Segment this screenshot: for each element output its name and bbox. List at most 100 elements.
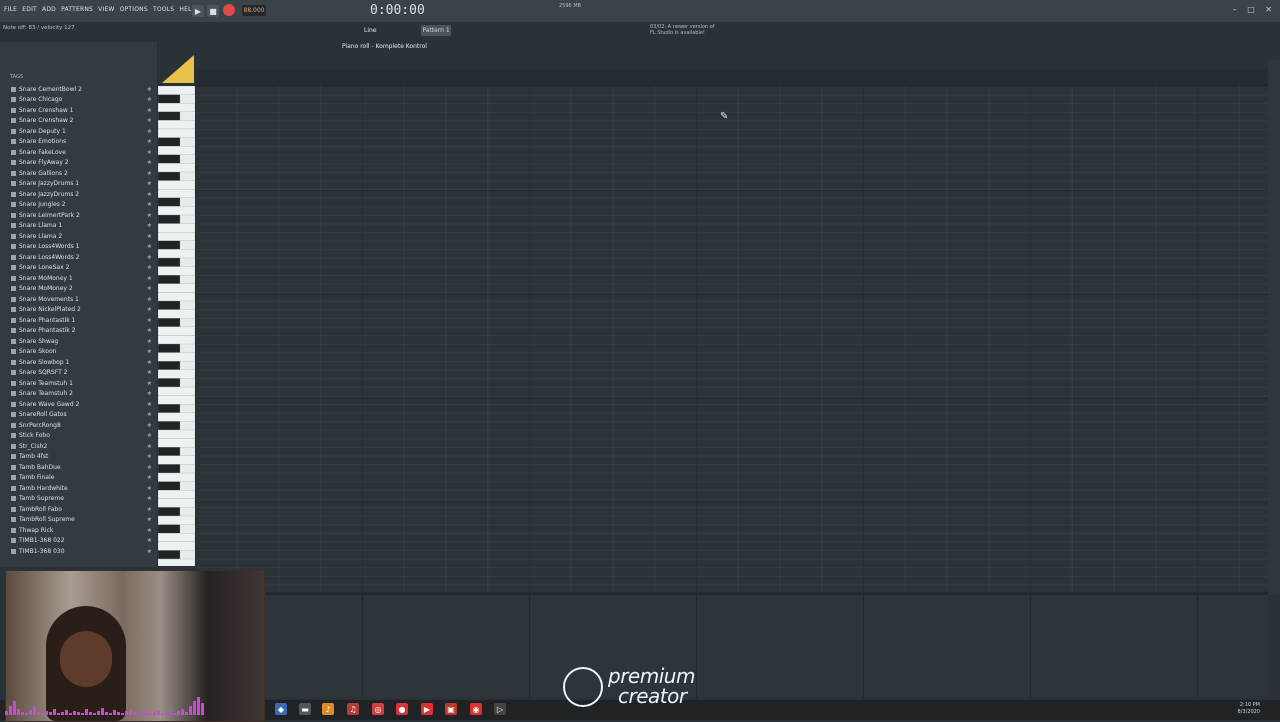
piano-key-black[interactable] [157,137,181,147]
star-icon[interactable]: ★ [147,317,152,324]
star-icon[interactable]: ★ [147,191,152,198]
star-icon[interactable]: ★ [147,285,152,292]
browser-item[interactable]: SnareRoll Gatos ★ [0,410,157,421]
browser-item[interactable]: Snare Emotions ★ [0,137,157,148]
menu-options[interactable]: OPTIONS [120,6,148,13]
piano-key-white[interactable] [157,283,196,293]
record-button[interactable] [223,4,235,16]
piano-key-black[interactable] [157,111,181,121]
browser-item[interactable]: Snare MoMoney 1 ★ [0,273,157,284]
piano-key-white[interactable] [157,455,196,465]
piano-key-white[interactable] [157,369,196,379]
piano-key-white[interactable] [157,85,196,95]
piano-key-black[interactable] [157,481,181,491]
piano-key-black[interactable] [157,240,181,250]
piano-key-white[interactable] [157,180,196,190]
news-panel[interactable]: 03/02: A newer version of FL Studio is a… [650,24,714,36]
browser-item[interactable]: Snare Teamstuh 2 ★ [0,389,157,400]
browser-item[interactable]: Snare Teamstuh 1 ★ [0,378,157,389]
piano-key-white[interactable] [157,558,196,568]
piano-key-white[interactable] [157,395,196,405]
star-icon[interactable]: ★ [147,170,152,177]
star-icon[interactable]: ★ [147,327,152,334]
star-icon[interactable]: ★ [147,138,152,145]
piano-key-black[interactable] [157,343,181,353]
piano-key-black[interactable] [157,154,181,164]
piano-key-black[interactable] [157,275,181,284]
star-icon[interactable]: ★ [147,527,152,534]
piano-key-black[interactable] [157,197,181,207]
piano-key-white[interactable] [157,386,196,396]
piano-key-white[interactable] [157,490,196,499]
piano-keyboard[interactable] [157,85,196,568]
close-icon[interactable]: ✕ [1265,5,1272,14]
piano-key-black[interactable] [157,550,181,560]
star-icon[interactable]: ★ [147,128,152,135]
star-icon[interactable]: ★ [147,432,152,439]
star-icon[interactable]: ★ [147,380,152,387]
browser-file-list[interactable]: Snare CementBowl 2 ★ Snare Chicago ★ Snare C… [0,84,157,566]
browser-item[interactable]: Snare Shwag ★ [0,336,157,347]
browser-item[interactable]: Snare FakeLove ★ [0,147,157,158]
browser-item[interactable]: Snare Deputy 1 ★ [0,126,157,137]
star-icon[interactable]: ★ [147,233,152,240]
minimize-icon[interactable]: – [1233,5,1237,14]
piano-key-black[interactable] [157,378,181,388]
browser-item[interactable]: Thwap Rick ★ [0,525,157,536]
piano-key-black[interactable] [157,171,181,181]
stamp-tool-icon[interactable] [162,55,194,83]
piano-key-white[interactable] [157,128,196,138]
browser-item[interactable]: SnrPercRong8 ★ [0,420,157,431]
vertical-scrollbar[interactable] [1268,60,1280,595]
star-icon[interactable]: ★ [147,401,152,408]
menu-file[interactable]: FILE [4,6,17,13]
taskbar-app-icon[interactable]: ▣ [445,703,457,715]
star-icon[interactable]: ★ [147,254,152,261]
stop-button[interactable]: ■ [207,5,219,17]
star-icon[interactable]: ★ [147,180,152,187]
browser-item[interactable]: Snare CementBowl 2 ★ [0,84,157,95]
piano-key-white[interactable] [157,163,196,173]
browser-item[interactable]: Snare Gallions 2 ★ [0,168,157,179]
star-icon[interactable]: ★ [147,96,152,103]
piano-key-black[interactable] [157,214,181,224]
timeline-ruler[interactable] [195,69,1268,86]
piano-key-white[interactable] [157,146,196,155]
piano-key-black[interactable] [157,524,181,534]
star-icon[interactable]: ★ [147,422,152,429]
star-icon[interactable]: ★ [147,474,152,481]
browser-item[interactable]: Snare Crenshaw 2 ★ [0,116,157,127]
tempo-display[interactable]: 88.000 [242,5,266,16]
star-icon[interactable]: ★ [147,243,152,250]
taskbar-app-icon[interactable]: ● [396,703,408,715]
piano-key-white[interactable] [157,292,196,302]
browser-item[interactable]: Snare LeimertPark 2 ★ [0,210,157,221]
star-icon[interactable]: ★ [147,264,152,271]
browser-item[interactable]: Snare Loss4Words 2 ★ [0,252,157,263]
taskbar-app-icon[interactable]: ◉ [470,703,482,715]
menu-view[interactable]: VIEW [98,6,114,13]
velocity-lane[interactable] [195,595,1268,698]
piano-key-white[interactable] [157,189,196,198]
taskbar-app-icon[interactable]: ◆ [275,703,287,715]
browser-item[interactable]: Stick Fobo ★ [0,431,157,442]
piano-key-white[interactable] [157,515,196,525]
star-icon[interactable]: ★ [147,296,152,303]
star-icon[interactable]: ★ [147,390,152,397]
menu-add[interactable]: ADD [42,6,56,13]
browser-item[interactable]: Snare MoMoney 2 ★ [0,284,157,295]
piano-key-white[interactable] [157,223,196,233]
system-tray[interactable]: 2:10 PM 8/3/2020 [1238,702,1260,716]
piano-key-black[interactable] [157,421,181,431]
piano-key-white[interactable] [157,232,196,241]
menu-edit[interactable]: EDIT [22,6,37,13]
pattern-selector[interactable]: Pattern 1 [421,25,451,36]
star-icon[interactable]: ★ [147,485,152,492]
piano-key-white[interactable] [157,120,196,130]
piano-key-black[interactable] [157,300,181,310]
browser-item[interactable]: Snare NickelPlated 2 ★ [0,305,157,316]
star-icon[interactable]: ★ [147,222,152,229]
star-icon[interactable]: ★ [147,548,152,555]
browser-item[interactable]: Tamb Supreme ★ [0,494,157,505]
play-button[interactable]: ▶ [192,5,204,17]
